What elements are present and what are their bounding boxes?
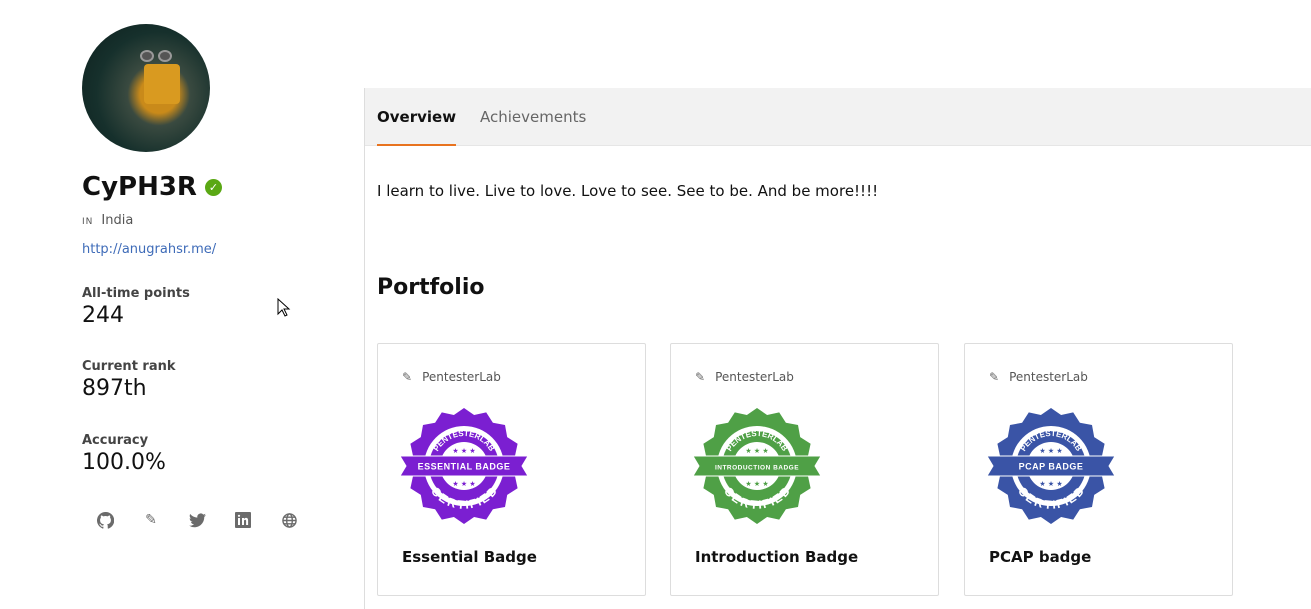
portfolio-heading: Portfolio bbox=[377, 275, 485, 300]
twitter-icon[interactable] bbox=[188, 511, 206, 529]
stat-points: All-time points 244 bbox=[82, 286, 190, 328]
avatar bbox=[82, 24, 210, 152]
portfolio-card[interactable]: ✎ PentesterLab PENTESTERLAB CERTIFIED ★ ★… bbox=[377, 343, 646, 596]
stat-value: 244 bbox=[82, 303, 124, 328]
divider bbox=[364, 88, 365, 609]
svg-text:PCAP BADGE: PCAP BADGE bbox=[1019, 462, 1084, 472]
badge-image: PENTESTERLAB CERTIFIED ★ ★ ★★ ★ ★ PCAP B… bbox=[987, 408, 1115, 524]
card-source: ✎ PentesterLab bbox=[402, 370, 501, 384]
github-icon[interactable] bbox=[96, 511, 114, 529]
card-source: ✎ PentesterLab bbox=[695, 370, 794, 384]
portfolio-card[interactable]: ✎ PentesterLab PENTESTERLAB CERTIFIED ★ ★… bbox=[670, 343, 939, 596]
pentesterlab-icon: ✎ bbox=[402, 370, 413, 384]
svg-text:★ ★ ★: ★ ★ ★ bbox=[1039, 447, 1062, 455]
badge-image: PENTESTERLAB CERTIFIED ★ ★ ★★ ★ ★ INTROD… bbox=[693, 408, 821, 524]
tab-overview[interactable]: Overview bbox=[377, 88, 457, 146]
card-source: ✎ PentesterLab bbox=[989, 370, 1088, 384]
svg-text:★ ★ ★: ★ ★ ★ bbox=[745, 480, 768, 488]
stat-label: Current rank bbox=[82, 359, 176, 374]
stat-accuracy: Accuracy 100.0% bbox=[82, 433, 166, 475]
svg-text:ESSENTIAL BADGE: ESSENTIAL BADGE bbox=[418, 462, 511, 472]
country-name: India bbox=[101, 213, 134, 228]
social-links: ✎ bbox=[96, 511, 298, 529]
svg-text:★ ★ ★: ★ ★ ★ bbox=[1039, 480, 1062, 488]
source-name: PentesterLab bbox=[1009, 370, 1088, 384]
card-title: Essential Badge bbox=[402, 548, 537, 566]
portfolio-card[interactable]: ✎ PentesterLab PENTESTERLAB CERTIFIED ★ ★… bbox=[964, 343, 1233, 596]
website-link[interactable]: http://anugrahsr.me/ bbox=[82, 242, 216, 257]
mouse-cursor-icon bbox=[277, 298, 291, 317]
globe-icon[interactable] bbox=[280, 511, 298, 529]
username: CyPH3R ✓ bbox=[82, 172, 222, 202]
svg-text:★ ★ ★: ★ ★ ★ bbox=[452, 480, 475, 488]
stat-label: Accuracy bbox=[82, 433, 149, 448]
tab-bar: Overview Achievements bbox=[365, 88, 1311, 146]
stat-value: 100.0% bbox=[82, 450, 166, 475]
verified-check-icon: ✓ bbox=[204, 178, 222, 196]
stat-label: All-time points bbox=[82, 286, 190, 301]
svg-text:★ ★ ★: ★ ★ ★ bbox=[745, 447, 768, 455]
badge-image: PENTESTERLAB CERTIFIED ★ ★ ★★ ★ ★ ESSENT… bbox=[400, 408, 528, 524]
pentesterlab-icon: ✎ bbox=[695, 370, 706, 384]
stat-rank: Current rank 897th bbox=[82, 359, 176, 401]
country-code: IN bbox=[82, 217, 94, 227]
pentesterlab-icon[interactable]: ✎ bbox=[142, 511, 160, 529]
country: IN India bbox=[82, 213, 133, 228]
source-name: PentesterLab bbox=[422, 370, 501, 384]
tab-achievements[interactable]: Achievements bbox=[480, 88, 586, 146]
profile-sidebar: CyPH3R ✓ IN India http://anugrahsr.me/ All… bbox=[0, 0, 364, 609]
svg-text:★ ★ ★: ★ ★ ★ bbox=[452, 447, 475, 455]
bio-text: I learn to live. Live to love. Love to s… bbox=[377, 182, 879, 200]
svg-text:INTRODUCTION BADGE: INTRODUCTION BADGE bbox=[715, 465, 799, 472]
card-title: PCAP badge bbox=[989, 548, 1092, 566]
card-title: Introduction Badge bbox=[695, 548, 859, 566]
username-text: CyPH3R bbox=[82, 172, 197, 202]
linkedin-icon[interactable] bbox=[234, 511, 252, 529]
pentesterlab-icon: ✎ bbox=[989, 370, 1000, 384]
source-name: PentesterLab bbox=[715, 370, 794, 384]
stat-value: 897th bbox=[82, 376, 147, 401]
